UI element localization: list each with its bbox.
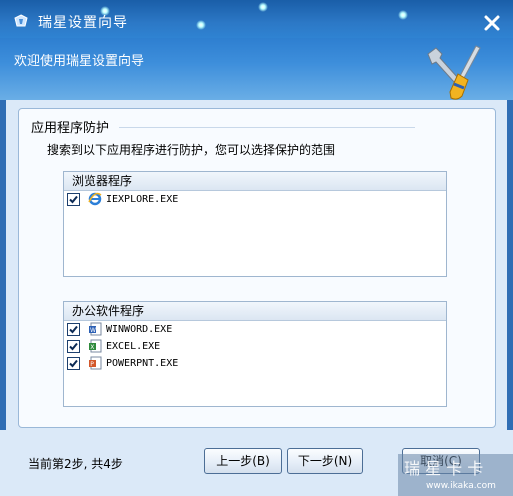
previous-button[interactable]: 上一步(B)	[204, 448, 282, 474]
watermark-url: www.ikaka.com	[426, 481, 496, 491]
list-item: IEXPLORE.EXE	[64, 191, 446, 208]
checkmark-icon	[69, 325, 78, 334]
excel-label: EXCEL.EXE	[106, 341, 161, 352]
section-title: 应用程序防护	[31, 121, 110, 136]
excel-checkbox[interactable]	[67, 340, 80, 353]
next-button[interactable]: 下一步(N)	[287, 448, 363, 474]
window-title: 瑞星设置向导	[38, 15, 128, 31]
list-item: W WINWORD.EXE	[64, 321, 446, 338]
tools-icon	[427, 45, 481, 100]
rising-logo-icon	[14, 14, 28, 27]
sparkle-decoration	[196, 20, 206, 30]
iexplore-label: IEXPLORE.EXE	[106, 194, 179, 205]
step-indicator: 当前第2步, 共4步	[28, 457, 123, 471]
browser-group: 浏览器程序 IEXPLORE.EXE	[63, 171, 447, 277]
application-protection-panel: 应用程序防护 搜索到以下应用程序进行防护，您可以选择保护的范围 浏览器程序 IE…	[18, 108, 496, 428]
list-item: X EXCEL.EXE	[64, 338, 446, 355]
wizard-subtitle: 欢迎使用瑞星设置向导	[14, 54, 145, 69]
office-group-title: 办公软件程序	[64, 302, 446, 321]
browser-group-title: 浏览器程序	[64, 172, 446, 191]
winword-checkbox[interactable]	[67, 323, 80, 336]
powerpnt-checkbox[interactable]	[67, 357, 80, 370]
wizard-window: 瑞星设置向导 欢迎使用瑞星设置向导 应用程序防护 搜索到以下应用程序进行防护，您…	[0, 0, 513, 496]
ie-icon	[88, 192, 102, 206]
powerpoint-icon: P	[89, 356, 102, 370]
section-description: 搜索到以下应用程序进行防护，您可以选择保护的范围	[47, 143, 336, 157]
sparkle-decoration	[398, 10, 408, 20]
powerpnt-label: POWERPNT.EXE	[106, 358, 179, 369]
close-icon[interactable]	[483, 14, 501, 32]
svg-text:瑞 星 卡 卡: 瑞 星 卡 卡	[404, 459, 483, 478]
section-divider	[119, 127, 415, 128]
word-icon: W	[89, 322, 102, 336]
sparkle-decoration	[100, 6, 110, 16]
office-group: 办公软件程序 W WINWORD.EXE X EXCEL.EXE P POWER…	[63, 301, 447, 407]
title-bar[interactable]: 瑞星设置向导	[0, 0, 513, 38]
svg-text:W: W	[90, 327, 96, 334]
sparkle-decoration	[258, 2, 268, 12]
list-item: P POWERPNT.EXE	[64, 355, 446, 372]
svg-text:P: P	[90, 361, 94, 368]
iexplore-checkbox[interactable]	[67, 193, 80, 206]
checkmark-icon	[69, 195, 78, 204]
checkmark-icon	[69, 359, 78, 368]
svg-text:X: X	[90, 344, 94, 351]
winword-label: WINWORD.EXE	[106, 324, 173, 335]
checkmark-icon	[69, 342, 78, 351]
content-area: 应用程序防护 搜索到以下应用程序进行防护，您可以选择保护的范围 浏览器程序 IE…	[6, 100, 507, 430]
excel-icon: X	[89, 339, 102, 353]
